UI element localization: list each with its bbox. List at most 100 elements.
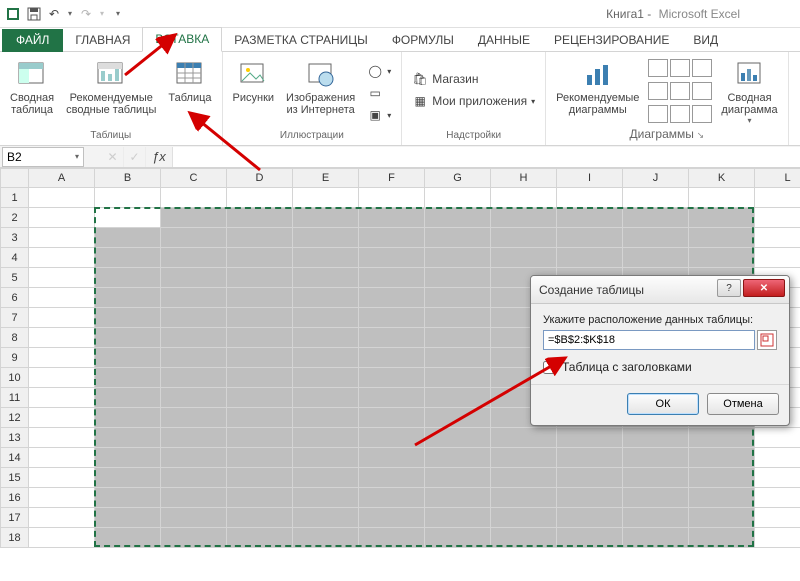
area-chart-icon[interactable] xyxy=(670,82,690,100)
formula-input[interactable] xyxy=(172,147,800,167)
row-header[interactable]: 14 xyxy=(1,448,29,468)
cell[interactable] xyxy=(293,388,359,408)
cell[interactable] xyxy=(227,308,293,328)
cell[interactable] xyxy=(227,268,293,288)
cell[interactable] xyxy=(623,248,689,268)
cell[interactable] xyxy=(29,348,95,368)
cell[interactable] xyxy=(29,428,95,448)
select-all-corner[interactable] xyxy=(1,169,29,188)
cell[interactable] xyxy=(491,248,557,268)
cell[interactable] xyxy=(557,428,623,448)
row-header[interactable]: 13 xyxy=(1,428,29,448)
undo-dropdown-icon[interactable]: ▾ xyxy=(66,9,74,18)
col-header[interactable]: K xyxy=(689,169,755,188)
cell[interactable] xyxy=(425,468,491,488)
tab-home[interactable]: ГЛАВНАЯ xyxy=(63,29,142,52)
cell[interactable] xyxy=(29,488,95,508)
cell[interactable] xyxy=(161,208,227,228)
cell[interactable] xyxy=(557,488,623,508)
cell[interactable] xyxy=(491,228,557,248)
dialog-close-button[interactable]: ✕ xyxy=(743,279,785,297)
cell[interactable] xyxy=(359,468,425,488)
col-header[interactable]: F xyxy=(359,169,425,188)
cell[interactable] xyxy=(29,468,95,488)
pivot-chart-button[interactable]: Сводная диаграмма ▾ xyxy=(717,54,781,127)
cell[interactable] xyxy=(425,528,491,548)
row-header[interactable]: 9 xyxy=(1,348,29,368)
cell[interactable] xyxy=(161,328,227,348)
tab-insert[interactable]: ВСТАВКА xyxy=(142,27,222,52)
cell[interactable] xyxy=(755,448,800,468)
cell[interactable] xyxy=(557,248,623,268)
row-header[interactable]: 4 xyxy=(1,248,29,268)
cell[interactable] xyxy=(227,368,293,388)
row-header[interactable]: 3 xyxy=(1,228,29,248)
cell[interactable] xyxy=(293,268,359,288)
cell[interactable] xyxy=(95,368,161,388)
pictures-button[interactable]: Рисунки xyxy=(229,54,279,106)
store-button[interactable]: 🛍 Магазин xyxy=(408,69,539,89)
cell[interactable] xyxy=(293,528,359,548)
cell[interactable] xyxy=(29,248,95,268)
cell[interactable] xyxy=(689,228,755,248)
cell[interactable] xyxy=(161,348,227,368)
dialog-help-button[interactable]: ? xyxy=(717,279,741,297)
cell[interactable] xyxy=(425,368,491,388)
cell[interactable] xyxy=(557,468,623,488)
cancel-entry-icon[interactable]: ✕ xyxy=(102,147,124,167)
cell[interactable] xyxy=(623,428,689,448)
cell[interactable] xyxy=(161,248,227,268)
cell[interactable] xyxy=(227,508,293,528)
cell[interactable] xyxy=(425,388,491,408)
cell[interactable] xyxy=(293,368,359,388)
cell[interactable] xyxy=(293,208,359,228)
cell[interactable] xyxy=(359,288,425,308)
online-pictures-button[interactable]: Изображения из Интернета xyxy=(282,54,359,118)
cell[interactable] xyxy=(689,528,755,548)
row-header[interactable]: 12 xyxy=(1,408,29,428)
undo-icon[interactable]: ↶ xyxy=(46,6,62,22)
row-header[interactable]: 6 xyxy=(1,288,29,308)
cell[interactable] xyxy=(425,328,491,348)
cell[interactable] xyxy=(623,528,689,548)
cell[interactable] xyxy=(755,248,800,268)
row-header[interactable]: 7 xyxy=(1,308,29,328)
cell[interactable] xyxy=(227,328,293,348)
cell[interactable] xyxy=(491,508,557,528)
cell[interactable] xyxy=(755,228,800,248)
scatter-chart-icon[interactable] xyxy=(692,82,712,100)
cell[interactable] xyxy=(557,528,623,548)
cell[interactable] xyxy=(293,328,359,348)
cell[interactable] xyxy=(359,308,425,328)
cell[interactable] xyxy=(29,408,95,428)
cell[interactable] xyxy=(227,228,293,248)
cell[interactable] xyxy=(689,248,755,268)
cell[interactable] xyxy=(95,388,161,408)
cell[interactable] xyxy=(95,328,161,348)
cell[interactable] xyxy=(161,228,227,248)
cell[interactable] xyxy=(161,468,227,488)
cell[interactable] xyxy=(29,448,95,468)
cell[interactable] xyxy=(689,188,755,208)
cell[interactable] xyxy=(29,328,95,348)
col-header[interactable]: D xyxy=(227,169,293,188)
cell[interactable] xyxy=(689,488,755,508)
cell[interactable] xyxy=(161,388,227,408)
cell[interactable] xyxy=(491,528,557,548)
cell[interactable] xyxy=(755,428,800,448)
cell[interactable] xyxy=(95,408,161,428)
cell[interactable] xyxy=(425,428,491,448)
redo-dropdown-icon[interactable]: ▾ xyxy=(98,9,106,18)
row-header[interactable]: 8 xyxy=(1,328,29,348)
cancel-button[interactable]: Отмена xyxy=(707,393,779,415)
cell[interactable] xyxy=(161,508,227,528)
cell[interactable] xyxy=(359,448,425,468)
cell[interactable] xyxy=(161,528,227,548)
cell[interactable] xyxy=(161,368,227,388)
cell[interactable] xyxy=(293,508,359,528)
cell[interactable] xyxy=(359,508,425,528)
cell[interactable] xyxy=(95,468,161,488)
col-header[interactable]: J xyxy=(623,169,689,188)
cell[interactable] xyxy=(557,188,623,208)
cell[interactable] xyxy=(359,408,425,428)
